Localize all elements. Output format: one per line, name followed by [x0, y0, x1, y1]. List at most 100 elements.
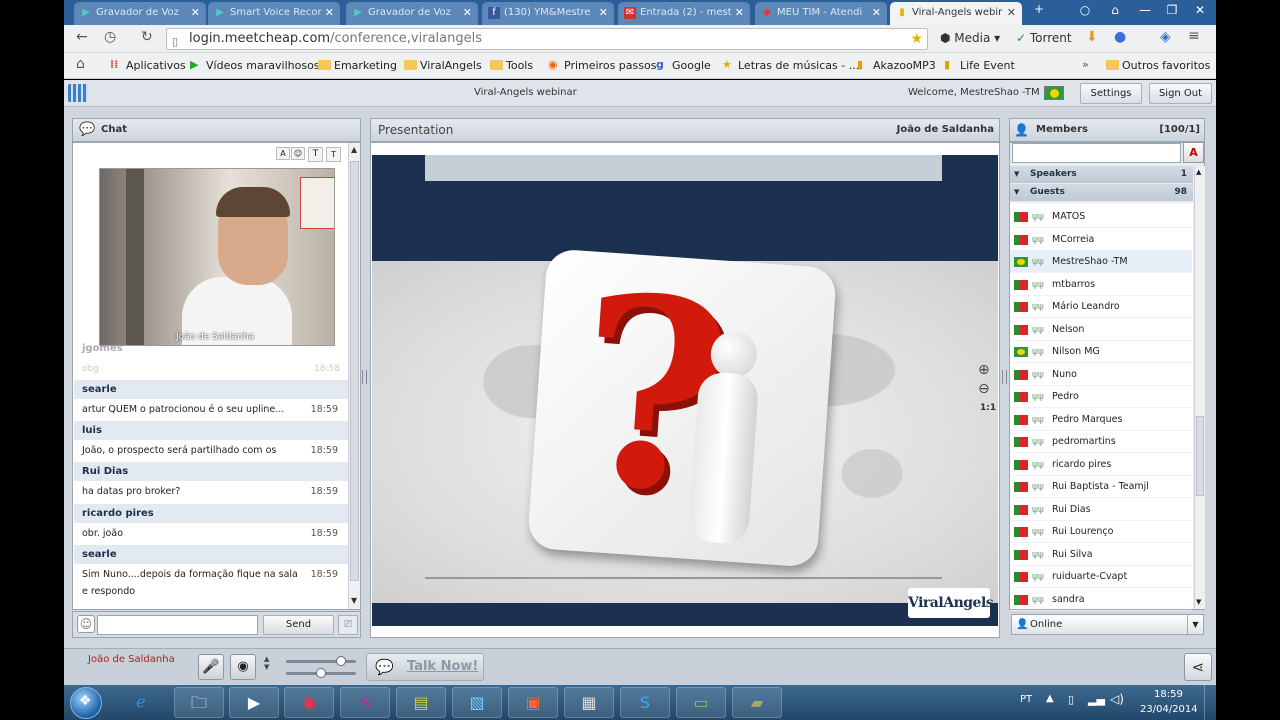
text-smaller-icon[interactable]: T — [326, 147, 341, 162]
close-tab-icon[interactable]: ✕ — [735, 2, 744, 24]
menu-icon[interactable]: ≡ — [1188, 28, 1200, 44]
sign-out-button[interactable]: Sign Out — [1149, 83, 1212, 104]
close-tab-icon[interactable]: ✕ — [463, 2, 472, 24]
tray-device-icon[interactable]: ▯ — [1068, 693, 1074, 706]
bookmark-item[interactable]: ▮ AkazooMP3 — [857, 58, 936, 72]
back-icon[interactable]: ← — [76, 29, 88, 45]
account-icon[interactable]: ● — [1114, 29, 1126, 45]
bookmark-item[interactable]: Tools — [490, 59, 533, 72]
close-tab-icon[interactable]: ✕ — [1007, 2, 1016, 24]
panel-resize-handle[interactable] — [362, 370, 367, 384]
volume-slider-thumb[interactable] — [336, 656, 346, 666]
skype-taskbar-icon[interactable]: S — [620, 687, 670, 718]
bookmark-item[interactable]: g Google — [656, 58, 711, 72]
scroll-up-icon[interactable]: ▲ — [1196, 168, 1201, 176]
bookmark-item[interactable]: ⁞⁞ Aplicativos — [110, 58, 186, 72]
close-tab-icon[interactable]: ✕ — [325, 2, 334, 24]
browser-tab[interactable]: ▮ Viral-Angels webir ✕ — [890, 2, 1022, 25]
member-item[interactable]: ψψ MestreShao -TM — [1010, 251, 1192, 273]
clear-chat-icon[interactable]: ⎚ — [338, 615, 358, 635]
close-tab-icon[interactable]: ✕ — [599, 2, 608, 24]
video-taskbar-icon[interactable]: ▰ — [732, 687, 782, 718]
scroll-up-icon[interactable]: ▲ — [351, 145, 357, 154]
app-s-taskbar-icon[interactable]: S — [340, 687, 390, 718]
chevron-down-icon[interactable]: ▼ — [1187, 615, 1203, 634]
speakers-group[interactable]: ▼ Speakers 1 — [1010, 166, 1193, 183]
chat-scrollbar[interactable]: ▲ ▼ — [348, 143, 360, 609]
settings-button[interactable]: Settings — [1080, 83, 1142, 104]
clock-time[interactable]: 18:59 — [1154, 689, 1183, 700]
status-select[interactable]: 👤 Online ▼ — [1011, 614, 1204, 635]
translate-icon[interactable]: ◈ — [1160, 29, 1171, 45]
guests-group[interactable]: ▼ Guests 98 — [1010, 184, 1193, 201]
microphone-button[interactable]: 🎤 — [198, 654, 224, 680]
chat-bubble-icon[interactable]: ○ — [1073, 3, 1097, 17]
browser-tab[interactable]: ▶ Smart Voice Recor ✕ — [208, 2, 340, 25]
browser-tab[interactable]: ▶ Gravador de Voz ✕ — [346, 2, 478, 25]
smiley-icon[interactable]: ☺ — [77, 615, 95, 633]
bookmark-item[interactable]: ViralAngels — [404, 59, 482, 72]
home-icon[interactable]: ⌂ — [76, 56, 85, 72]
mic-slider-thumb[interactable] — [316, 668, 326, 678]
member-item[interactable]: ψψ Pedro — [1010, 386, 1192, 408]
panel-resize-handle-right[interactable] — [1002, 370, 1007, 384]
bookmark-item[interactable]: ▶ Vídeos maravilhosos — [190, 58, 320, 72]
sticky-notes-taskbar-icon[interactable]: ▤ — [396, 687, 446, 718]
extension-icon[interactable]: ⌂ — [1103, 3, 1127, 17]
member-item[interactable]: ψψ Rui Dias — [1010, 499, 1192, 521]
new-tab-icon[interactable]: + — [1027, 2, 1051, 16]
monitor-taskbar-icon[interactable]: ▭ — [676, 687, 726, 718]
member-item[interactable]: ψψ ruiduarte-Cvapt — [1010, 566, 1192, 588]
chat-scroll-thumb[interactable] — [350, 161, 359, 581]
talk-now-button[interactable]: 💬 Talk Now! — [366, 653, 484, 681]
font-a-icon[interactable]: A — [276, 147, 290, 160]
members-scrollbar[interactable]: ▲ ▼ — [1194, 166, 1205, 609]
bookmark-star-icon[interactable]: ★ — [910, 29, 923, 49]
browser-tab[interactable]: ◆ MEU TIM - Atendi ✕ — [755, 2, 887, 25]
zoom-in-icon[interactable]: ⊕ — [978, 362, 990, 378]
restore-icon[interactable]: ❐ — [1160, 3, 1184, 17]
address-bar[interactable]: ▯ login.meetcheap.com/conference,viralan… — [166, 28, 928, 50]
mic-slider[interactable] — [286, 668, 356, 678]
emoticon-icon[interactable]: ☺ — [291, 147, 305, 160]
bookmark-item[interactable]: Emarketing — [318, 59, 397, 72]
volume-icon[interactable]: ◁) — [1110, 692, 1124, 706]
reload-icon[interactable]: ↻ — [141, 29, 153, 45]
minimize-icon[interactable]: — — [1133, 3, 1157, 17]
member-item[interactable]: ψψ Mário Leandro — [1010, 296, 1192, 318]
language-indicator[interactable]: PT — [1020, 694, 1032, 705]
explorer-taskbar-icon[interactable]: 🗀 — [174, 687, 224, 718]
scroll-down-icon[interactable]: ▼ — [351, 596, 357, 605]
send-button[interactable]: Send — [263, 615, 334, 635]
network-icon[interactable]: ▂▄ — [1088, 693, 1105, 706]
scroll-down-icon[interactable]: ▼ — [1196, 598, 1201, 606]
zoom-level[interactable]: 1:1 — [980, 403, 996, 413]
browser-tab[interactable]: ▶ Gravador de Voz ✕ — [74, 2, 206, 25]
bookmark-item[interactable]: ◉ Primeiros passos — [548, 58, 656, 72]
members-scroll-thumb[interactable] — [1196, 416, 1204, 496]
start-button[interactable]: ❖ — [70, 687, 102, 719]
torrent-extension[interactable]: ✓ Torrent — [1016, 31, 1072, 45]
clock-date[interactable]: 23/04/2014 — [1140, 704, 1198, 715]
more-bookmarks-icon[interactable]: » — [1082, 58, 1089, 71]
ie-taskbar-icon[interactable]: ℯ — [116, 687, 166, 718]
member-item[interactable]: ψψ MCorreia — [1010, 229, 1192, 251]
text-larger-icon[interactable]: T — [308, 147, 323, 162]
bookmark-item[interactable]: ▮ Life Event — [944, 58, 1015, 72]
layout-icon[interactable] — [68, 84, 88, 102]
member-item[interactable]: ψψ Pedro Marques — [1010, 409, 1192, 431]
browser-tab[interactable]: f (130) YM&Mestre ✕ — [482, 2, 614, 25]
member-item[interactable]: ψψ MATOS — [1010, 206, 1192, 228]
show-desktop-button[interactable] — [1204, 685, 1216, 720]
other-bookmarks[interactable]: Outros favoritos — [1106, 59, 1210, 72]
calculator-taskbar-icon[interactable]: ▦ — [564, 687, 614, 718]
member-item[interactable]: ψψ Nelson — [1010, 319, 1192, 341]
member-item[interactable]: ψψ sandra — [1010, 589, 1192, 611]
member-item[interactable]: ψψ Rui Silva — [1010, 544, 1192, 566]
browser-tab[interactable]: ✉ Entrada (2) - mest ✕ — [618, 2, 750, 25]
chrome-taskbar-icon[interactable]: ◉ — [284, 687, 334, 718]
volume-arrows-icon[interactable]: ▲ ▼ — [264, 655, 272, 679]
presentation-taskbar-icon[interactable]: ▣ — [508, 687, 558, 718]
tray-arrow-icon[interactable]: ▲ — [1046, 693, 1054, 704]
download-icon[interactable]: ⬇ — [1086, 29, 1098, 45]
